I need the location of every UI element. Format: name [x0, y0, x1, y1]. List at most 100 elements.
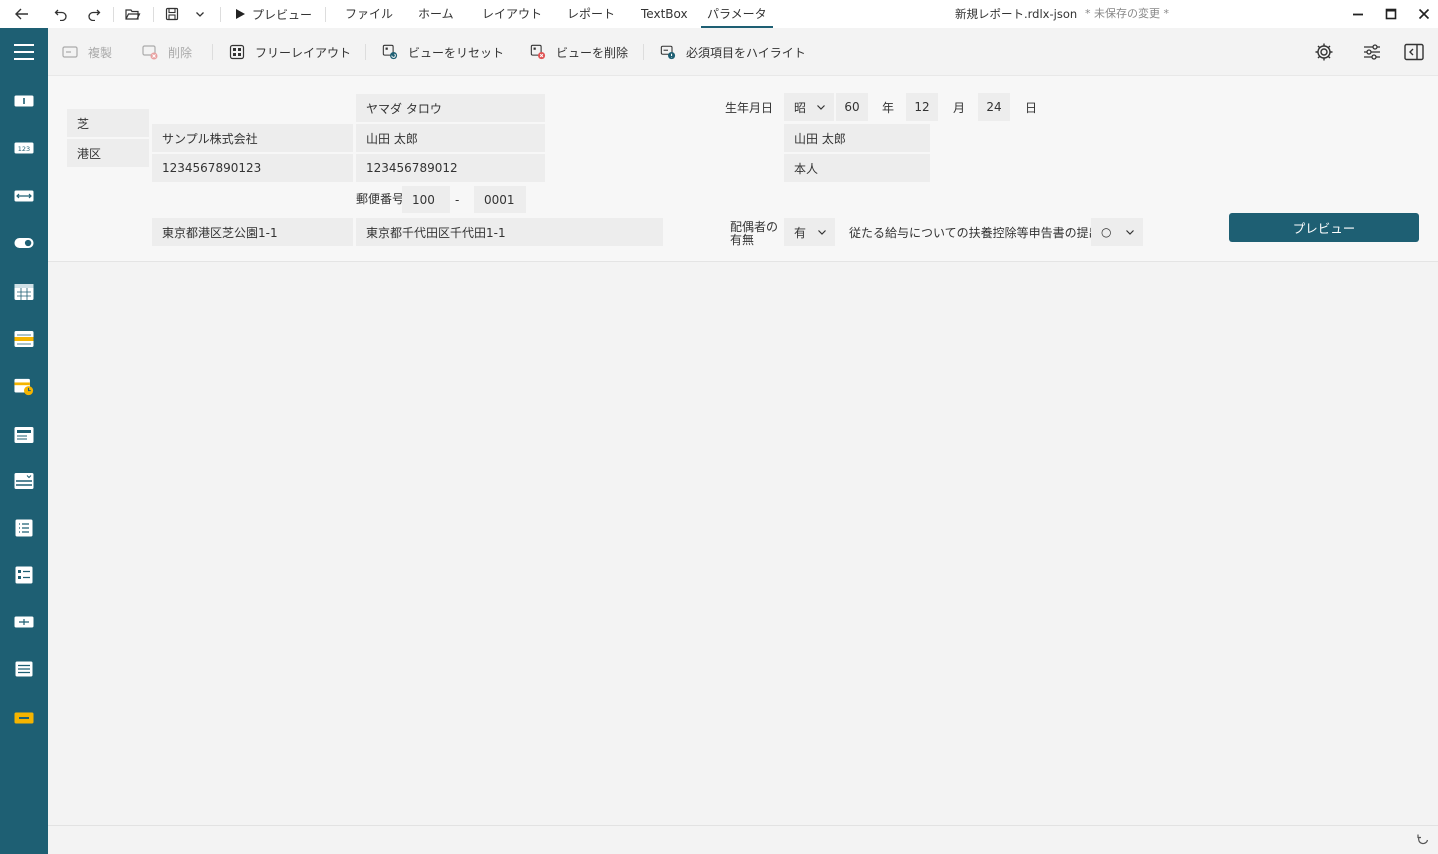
- era-select[interactable]: 昭: [784, 93, 834, 121]
- era-value: 昭: [794, 100, 807, 115]
- reset-view-label: ビューをリセット: [408, 45, 505, 60]
- delete-view-icon: [530, 44, 546, 60]
- free-layout-label: フリーレイアウト: [255, 45, 352, 60]
- save-icon: [165, 7, 179, 21]
- reset-view-button[interactable]: ビューをリセット: [382, 28, 504, 76]
- spouse-label-line-1: 配偶者の: [730, 220, 779, 234]
- submission-select[interactable]: ○: [1091, 218, 1143, 246]
- close-button[interactable]: [1412, 0, 1436, 28]
- spouse-label-line-2: 有無: [730, 233, 755, 247]
- minimize-button[interactable]: [1346, 0, 1370, 28]
- duplicate-icon: [62, 44, 78, 60]
- birth-year-field[interactable]: 60: [836, 93, 868, 121]
- chevron-down-icon: [1126, 230, 1134, 235]
- highlight-required-label: 必須項目をハイライト: [686, 45, 806, 60]
- birth-date-label: 生年月日: [725, 101, 774, 115]
- close-icon: [1418, 8, 1430, 20]
- delete-view-button[interactable]: ビューを削除: [530, 28, 628, 76]
- settings-button[interactable]: [1312, 40, 1336, 64]
- preview-menu-label: プレビュー: [252, 7, 313, 22]
- menu-report[interactable]: レポート: [567, 0, 615, 28]
- duplicate-button[interactable]: 複製: [62, 28, 112, 76]
- number-13-field[interactable]: 1234567890123: [152, 154, 353, 182]
- redo-button[interactable]: [87, 0, 101, 28]
- delete-icon: [142, 44, 158, 60]
- button-control-icon[interactable]: [14, 711, 34, 725]
- postal-code-1-field[interactable]: 100: [402, 186, 450, 213]
- date-range-control-icon[interactable]: [14, 330, 34, 348]
- parameter-toolbar: 複製 削除 フリーレイアウト ビューをリセット ビューを削除 必須項目をハイライ…: [48, 28, 1438, 76]
- postal-code-2-field[interactable]: 0001: [474, 186, 526, 213]
- birth-day-field[interactable]: 24: [978, 93, 1010, 121]
- duplicate-label: 複製: [88, 45, 113, 60]
- postal-code-label: 郵便番号: [356, 192, 405, 206]
- preview-button[interactable]: プレビュー: [1229, 213, 1419, 242]
- menu-file[interactable]: ファイル: [345, 0, 393, 28]
- menu-parameters[interactable]: パラメータ: [701, 0, 773, 28]
- save-button[interactable]: [165, 0, 179, 28]
- arrow-left-icon: [15, 8, 28, 20]
- company-field[interactable]: サンプル株式会社: [152, 124, 353, 152]
- name-field[interactable]: 山田 太郎: [356, 124, 545, 152]
- preview-menu-button[interactable]: プレビュー: [234, 0, 312, 28]
- day-unit-label: 日: [1025, 101, 1038, 115]
- chevron-down-icon: [196, 12, 204, 17]
- menu-home[interactable]: ホーム: [418, 0, 454, 28]
- birth-month-field[interactable]: 12: [906, 93, 938, 121]
- adjust-button[interactable]: [1360, 40, 1384, 64]
- name-right-field[interactable]: 山田 太郎: [784, 124, 930, 152]
- undo-button[interactable]: [54, 0, 68, 28]
- reset-view-icon: [382, 44, 398, 60]
- title-bar: プレビュー ファイル ホーム レイアウト レポート TextBox パラメータ …: [0, 0, 1438, 28]
- delete-view-label: ビューを削除: [556, 45, 629, 60]
- spouse-value: 有: [794, 225, 807, 240]
- redo-icon: [88, 9, 101, 21]
- highlight-required-button[interactable]: 必須項目をハイライト: [660, 28, 806, 76]
- relation-field[interactable]: 本人: [784, 154, 930, 182]
- document-title: 新規レポート.rdlx-json: [955, 7, 1078, 21]
- radio-list-control-icon[interactable]: [14, 566, 34, 584]
- highlight-required-icon: [660, 44, 676, 60]
- multiline-textbox-control-icon[interactable]: [14, 661, 34, 677]
- month-unit-label: 月: [953, 101, 966, 115]
- folder-open-icon: [125, 9, 141, 20]
- unsaved-status: * 未保存の変更 *: [1085, 7, 1169, 20]
- hamburger-menu-icon[interactable]: [14, 44, 34, 60]
- address-1-field[interactable]: 東京都港区芝公園1-1: [152, 218, 353, 246]
- refresh-icon[interactable]: [1416, 833, 1430, 847]
- multi-value-control-icon[interactable]: [14, 615, 34, 629]
- number-control-icon[interactable]: 123: [14, 141, 34, 155]
- number-12-field[interactable]: 123456789012: [356, 154, 545, 182]
- chevron-down-icon: [818, 230, 826, 235]
- free-layout-button[interactable]: フリーレイアウト: [229, 28, 351, 76]
- maximize-icon: [1385, 8, 1397, 20]
- list-control-icon[interactable]: [14, 426, 34, 444]
- area-field-1[interactable]: 芝: [67, 109, 149, 137]
- postal-dash: -: [455, 193, 460, 207]
- menu-textbox[interactable]: TextBox: [641, 0, 688, 28]
- date-control-icon[interactable]: [14, 283, 34, 301]
- back-button[interactable]: [14, 0, 30, 28]
- panel-collapse-icon: [1404, 43, 1424, 61]
- toggle-panel-button[interactable]: [1402, 40, 1426, 64]
- toggle-control-icon[interactable]: [14, 236, 34, 250]
- delete-label: 削除: [168, 45, 193, 60]
- spouse-select[interactable]: 有: [784, 218, 835, 246]
- textbox-control-icon[interactable]: [14, 94, 34, 108]
- minimize-icon: [1353, 13, 1363, 16]
- delete-button[interactable]: 削除: [142, 28, 192, 76]
- chevron-down-icon: [817, 105, 825, 110]
- dropdown-control-icon[interactable]: [14, 472, 34, 490]
- save-options-dropdown[interactable]: [195, 0, 205, 28]
- year-unit-label: 年: [882, 101, 895, 115]
- menu-layout[interactable]: レイアウト: [482, 0, 542, 28]
- svg-text:123: 123: [18, 145, 30, 153]
- kana-name-field[interactable]: ヤマダ タロウ: [356, 94, 545, 122]
- area-field-2[interactable]: 港区: [67, 139, 149, 167]
- range-control-icon[interactable]: [14, 189, 34, 203]
- open-button[interactable]: [125, 0, 141, 28]
- maximize-button[interactable]: [1379, 0, 1403, 28]
- address-2-field[interactable]: 東京都千代田区千代田1-1: [356, 218, 663, 246]
- checklist-control-icon[interactable]: [14, 519, 34, 537]
- datetime-control-icon[interactable]: [14, 377, 34, 397]
